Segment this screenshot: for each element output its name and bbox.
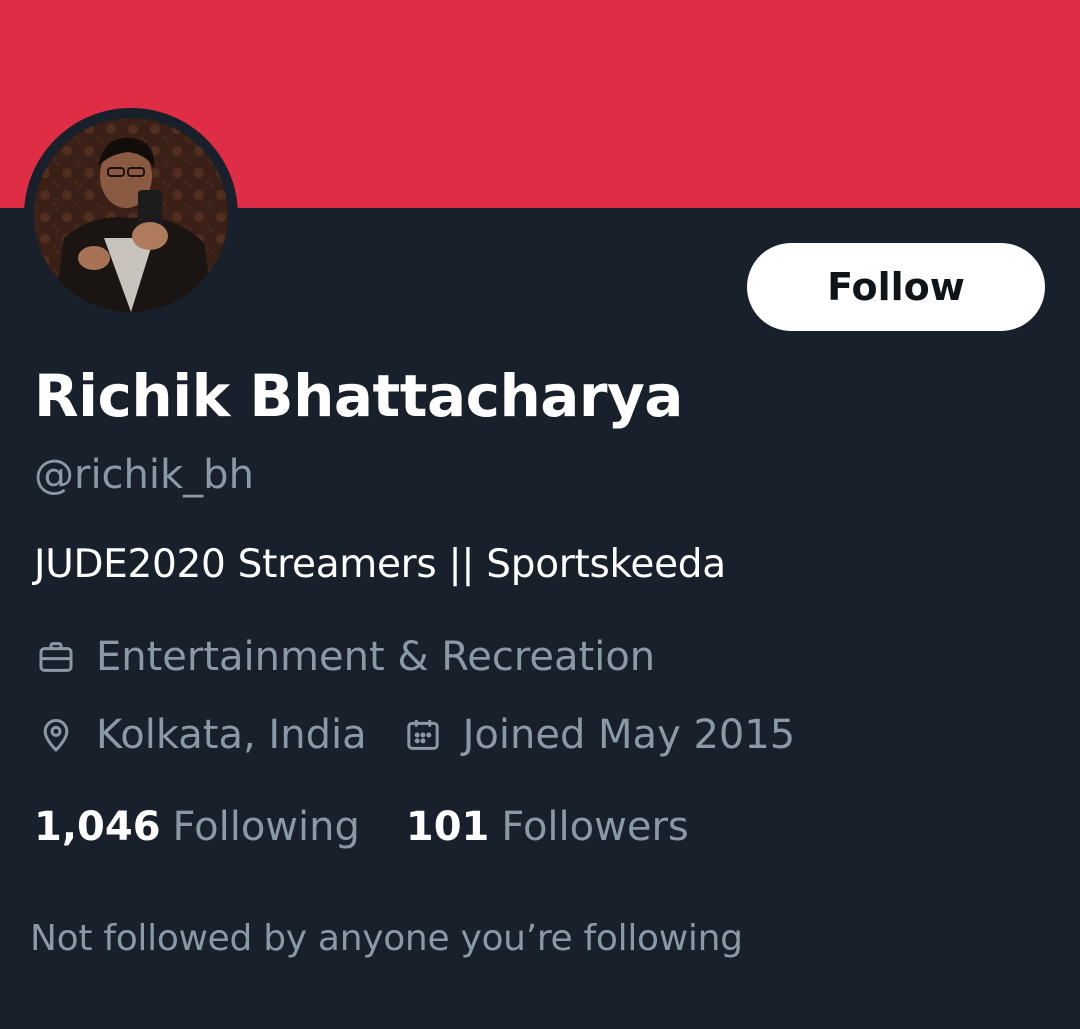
profile-stats: 1,046 Following 101 Followers xyxy=(34,804,689,850)
followers-label: Followers xyxy=(501,804,689,850)
followers-link[interactable]: 101 Followers xyxy=(406,804,689,850)
avatar[interactable] xyxy=(34,118,228,312)
follow-button[interactable]: Follow xyxy=(747,243,1045,331)
username-handle: @richik_bh xyxy=(34,452,254,498)
followers-you-know: Not followed by anyone you’re following xyxy=(30,918,743,959)
joined-label: Joined May 2015 xyxy=(462,712,796,758)
display-name: Richik Bhattacharya xyxy=(34,362,683,430)
location-label: Kolkata, India xyxy=(96,712,367,758)
profile-bio: JUDE2020 Streamers || Sportskeeda xyxy=(34,542,726,587)
location-item: Kolkata, India xyxy=(34,712,367,758)
briefcase-icon xyxy=(34,635,78,679)
following-link[interactable]: 1,046 Following xyxy=(34,804,360,850)
calendar-icon xyxy=(401,713,445,757)
joined-item: Joined May 2015 xyxy=(401,712,796,758)
category-label: Entertainment & Recreation xyxy=(96,634,656,680)
following-count: 1,046 xyxy=(34,804,161,850)
following-label: Following xyxy=(172,804,360,850)
profile-meta-row-location: Kolkata, India Joined May 2015 xyxy=(34,712,795,758)
location-pin-icon xyxy=(34,713,78,757)
category-item: Entertainment & Recreation xyxy=(34,634,655,680)
profile-meta-row-category: Entertainment & Recreation xyxy=(34,634,655,680)
followers-count: 101 xyxy=(405,804,490,850)
